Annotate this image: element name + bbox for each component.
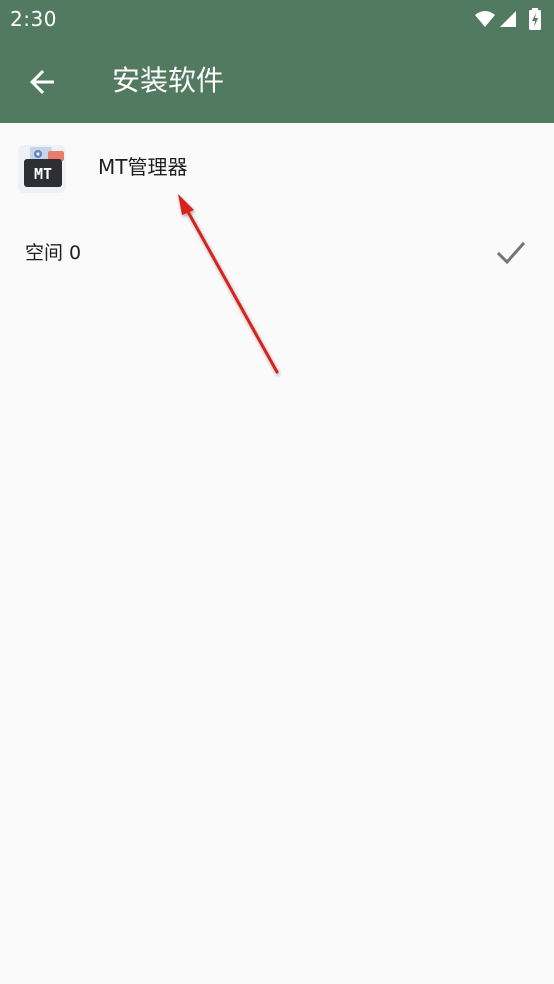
app-info-row: MT MT管理器 — [0, 123, 554, 209]
battery-charging-icon — [529, 8, 541, 30]
mt-manager-app-icon: MT — [16, 143, 68, 195]
back-button[interactable] — [18, 58, 66, 106]
space-option-row[interactable]: 空间 0 — [0, 214, 554, 294]
install-app-screen: 2:30 安装软件 MT MT管理器 空间 0 — [0, 0, 554, 984]
page-title: 安装软件 — [112, 64, 225, 97]
arrow-left-icon — [30, 70, 54, 94]
status-bar: 2:30 — [0, 0, 554, 38]
status-time: 2:30 — [10, 7, 57, 31]
status-icons — [474, 8, 544, 30]
signal-icon — [500, 11, 516, 27]
app-name: MT管理器 — [98, 155, 188, 179]
space-option-label: 空间 0 — [25, 242, 82, 264]
app-bar: 安装软件 — [0, 38, 554, 123]
wifi-icon — [475, 11, 495, 27]
checkmark-icon — [496, 241, 526, 265]
app-icon-text: MT — [34, 165, 52, 183]
